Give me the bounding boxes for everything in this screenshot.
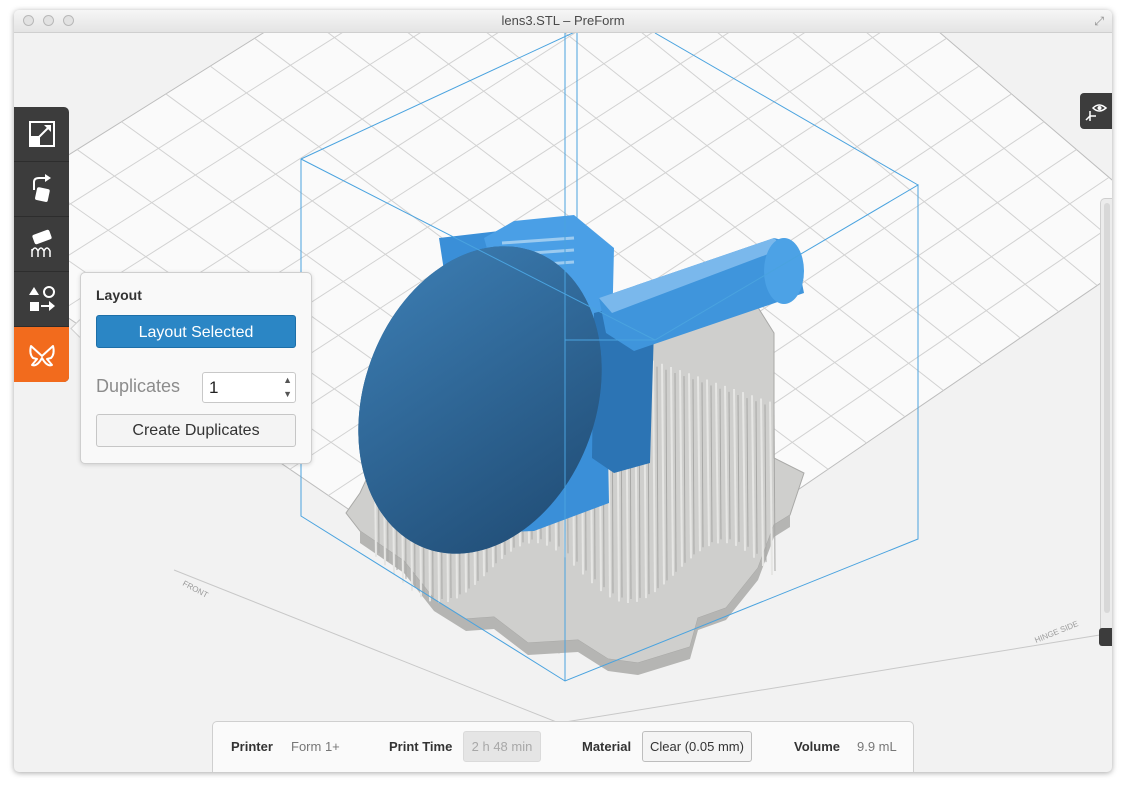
duplicates-value[interactable]: 1	[209, 378, 218, 398]
layer-slider-range[interactable]	[1104, 203, 1110, 613]
layout-panel-title: Layout	[96, 287, 142, 303]
printer-value: Form 1+	[291, 739, 340, 754]
supports-icon	[30, 229, 52, 257]
tool-layout-button[interactable]	[14, 272, 69, 327]
create-duplicates-button[interactable]: Create Duplicates	[96, 414, 296, 447]
status-bar: Printer Form 1+ Print Time 2 h 48 min Ma…	[212, 721, 914, 772]
material-label: Material	[582, 739, 632, 754]
layout-panel: Layout Layout Selected Duplicates 1 ▲ ▼ …	[80, 272, 312, 464]
layer-slider-track[interactable]	[1100, 198, 1112, 638]
duplicates-label: Duplicates	[96, 376, 181, 396]
tool-orient-button[interactable]	[14, 162, 69, 217]
hinge-side-label: HINGE SIDE	[1033, 619, 1079, 645]
volume-value: 9.9 mL	[857, 739, 897, 754]
stepper-up-icon[interactable]: ▲	[283, 375, 292, 385]
orient-icon	[32, 174, 51, 202]
stepper-down-icon[interactable]: ▼	[283, 389, 292, 399]
material-select-button[interactable]: Clear (0.05 mm)	[642, 731, 752, 762]
scale-icon	[28, 121, 55, 147]
tool-sidebar	[14, 107, 69, 382]
tool-print-button[interactable]	[14, 327, 69, 382]
window-title: lens3.STL – PreForm	[501, 13, 625, 28]
printer-label: Printer	[231, 739, 273, 754]
print-butterfly-icon	[28, 344, 55, 366]
volume-label: Volume	[794, 739, 840, 754]
fullscreen-icon[interactable]: ⤢	[1094, 14, 1104, 29]
view-options-button[interactable]	[1080, 93, 1112, 129]
print-time-label: Print Time	[389, 739, 453, 754]
tool-scale-button[interactable]	[14, 107, 69, 162]
app-window: lens3.STL – PreForm ⤢ FRONT HINGE SIDE L…	[14, 10, 1112, 772]
layout-selected-button[interactable]: Layout Selected	[96, 315, 296, 348]
layer-slider-handle[interactable]	[1099, 628, 1112, 646]
print-time-value: 2 h 48 min	[463, 731, 541, 762]
3d-viewport[interactable]: FRONT HINGE SIDE Layout Layout Selected …	[14, 10, 1112, 772]
tool-supports-button[interactable]	[14, 217, 69, 272]
title-bar: lens3.STL – PreForm ⤢	[14, 10, 1112, 33]
view-eye-icon	[1085, 104, 1108, 121]
duplicates-stepper[interactable]: 1 ▲ ▼	[202, 372, 296, 403]
layout-icon	[28, 286, 55, 311]
